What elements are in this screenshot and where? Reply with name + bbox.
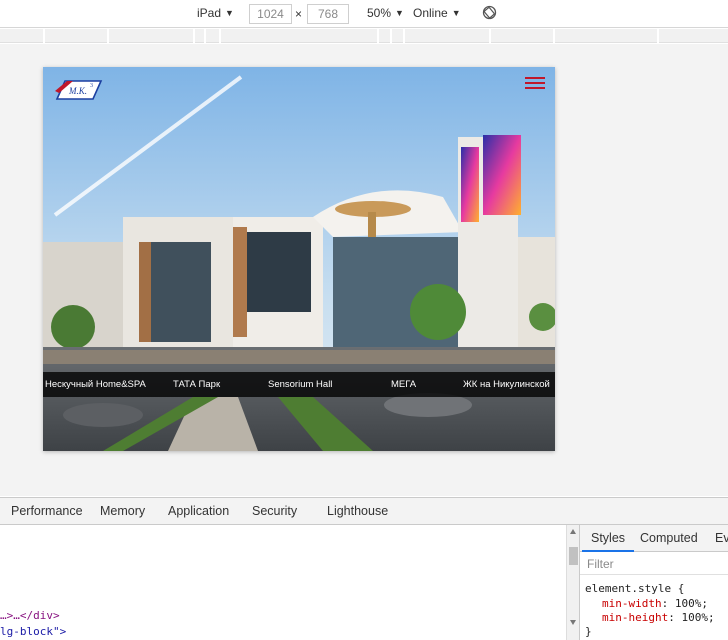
dom-attr-value: lg-block">	[0, 625, 67, 638]
tab-security[interactable]: Security	[252, 498, 297, 525]
rotate-icon[interactable]	[482, 5, 497, 20]
css-selector[interactable]: element.style {	[585, 582, 684, 595]
ruler-tick	[390, 29, 392, 43]
media-query-ruler[interactable]	[0, 29, 728, 43]
styles-pane: Styles Computed Ev element.style { min-w…	[579, 525, 728, 640]
ruler-tick	[657, 29, 659, 43]
width-input[interactable]: 1024	[249, 4, 292, 24]
height-input[interactable]: 768	[307, 4, 349, 24]
ruler-tick	[193, 29, 195, 43]
project-nav: Нескучный Home&SPA ТАТА Парк Sensorium H…	[43, 372, 555, 397]
tab-memory[interactable]: Memory	[100, 498, 145, 525]
dom-node-line[interactable]: lg-block">	[0, 625, 66, 638]
caret-down-icon: ▼	[395, 8, 404, 18]
css-property: min-width	[602, 597, 662, 610]
tab-lighthouse[interactable]: Lighthouse	[327, 498, 388, 525]
ruler-tick	[553, 29, 555, 43]
network-throttle-select[interactable]: Online ▼	[413, 6, 461, 20]
elements-dom-tree[interactable]: …>…</div> lg-block">	[0, 525, 566, 640]
ruler-tick	[219, 29, 221, 43]
styles-tab-bar: Styles Computed Ev	[580, 525, 728, 552]
device-viewport: М.К. 3 Нескучный Home&SPA ТАТА Парк Sens…	[0, 44, 728, 496]
devtools-tab-bar: Performance Memory Application Security …	[0, 497, 728, 525]
scroll-up-arrow-icon[interactable]	[570, 529, 576, 534]
dom-closing-tag: >…</div>	[6, 609, 60, 622]
elements-scrollbar[interactable]	[566, 525, 579, 640]
css-rule-close: }	[585, 625, 592, 638]
dimension-separator: ×	[295, 7, 303, 21]
tab-performance[interactable]: Performance	[11, 498, 83, 525]
project-link-tata-park[interactable]: ТАТА Парк	[173, 372, 220, 397]
ruler-tick	[403, 29, 405, 43]
emulated-page: М.К. 3 Нескучный Home&SPA ТАТА Парк Sens…	[43, 67, 555, 451]
css-property: min-height	[602, 611, 669, 624]
ruler-tick	[107, 29, 109, 43]
caret-down-icon: ▼	[451, 8, 461, 18]
ruler-tick	[377, 29, 379, 43]
device-toolbar: iPad ▼ 1024 × 768 50% ▼ Online ▼	[0, 0, 728, 28]
scroll-down-arrow-icon[interactable]	[570, 620, 576, 625]
ruler-tick	[489, 29, 491, 43]
scrollbar-thumb[interactable]	[569, 547, 578, 565]
css-declaration[interactable]: min-height: 100%;	[602, 611, 715, 624]
tab-computed[interactable]: Computed	[640, 525, 698, 552]
hamburger-icon[interactable]	[525, 77, 545, 91]
network-label: Online	[413, 6, 448, 20]
project-link-nikulinskaya[interactable]: ЖК на Никулинской	[463, 372, 550, 397]
tab-application[interactable]: Application	[168, 498, 229, 525]
site-logo[interactable]: М.К. 3	[53, 77, 105, 103]
tab-styles[interactable]: Styles	[582, 525, 635, 552]
css-value: 100%;	[681, 611, 715, 624]
tab-event-listeners[interactable]: Ev	[715, 525, 728, 552]
logo-text: М.К.	[68, 86, 87, 96]
project-link-neskuchny[interactable]: Нескучный Home&SPA	[45, 372, 146, 397]
css-declaration[interactable]: min-width: 100%;	[602, 597, 708, 610]
dom-ellipsis[interactable]: …	[0, 609, 7, 622]
styles-filter-input[interactable]	[580, 553, 728, 575]
project-link-sensorium-hall[interactable]: Sensorium Hall	[268, 372, 332, 397]
zoom-select[interactable]: 50% ▼	[367, 6, 404, 20]
caret-down-icon: ▼	[225, 8, 234, 18]
css-value: 100%;	[674, 597, 708, 610]
zoom-label: 50%	[367, 6, 392, 20]
ruler-tick	[204, 29, 206, 43]
ruler-tick	[43, 29, 45, 43]
device-select[interactable]: iPad ▼	[197, 6, 234, 20]
logo-superscript: 3	[90, 83, 93, 89]
device-select-label: iPad	[197, 6, 222, 20]
dom-node-line[interactable]: …>…</div>	[0, 609, 60, 622]
project-link-mega[interactable]: МЕГА	[391, 372, 416, 397]
